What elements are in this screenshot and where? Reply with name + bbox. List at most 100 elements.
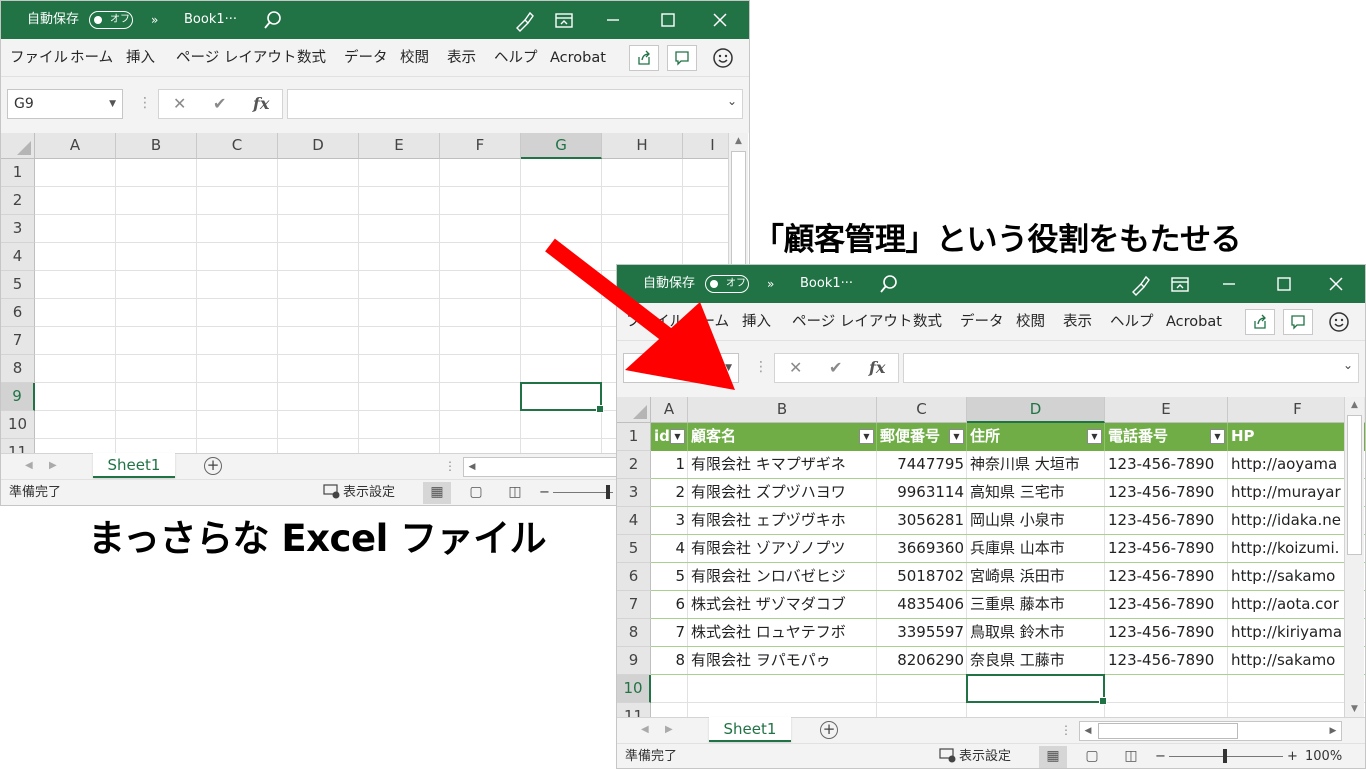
row-header-10[interactable]: 10: [1, 411, 35, 439]
filter-dropdown-icon[interactable]: ▼: [1210, 429, 1225, 444]
document-title[interactable]: Book1···: [800, 265, 853, 303]
enter-check-icon[interactable]: ✔: [829, 354, 842, 382]
cancel-icon[interactable]: ✕: [789, 354, 802, 382]
sheet-tab-sheet1[interactable]: Sheet1: [93, 453, 175, 478]
minimize-icon[interactable]: [1219, 265, 1243, 303]
maximize-icon[interactable]: [658, 1, 682, 39]
table-cell[interactable]: 9963114: [877, 479, 967, 507]
tab-page-layout[interactable]: ページ レイアウト: [176, 39, 296, 77]
filter-dropdown-icon[interactable]: ▼: [859, 429, 874, 444]
tab-splitter-icon[interactable]: ⋮: [1060, 723, 1072, 737]
tab-review[interactable]: 校閲: [1016, 303, 1045, 341]
active-cell[interactable]: [520, 382, 604, 413]
ribbon-display-icon[interactable]: [1170, 265, 1194, 303]
active-cell[interactable]: [966, 674, 1107, 705]
name-box[interactable]: ▼: [623, 353, 739, 383]
table-cell[interactable]: 株式会社 ロュヤテフボ: [688, 619, 877, 647]
normal-view-icon[interactable]: ▦: [1039, 746, 1067, 768]
autosave-toggle[interactable]: オフ: [89, 11, 133, 29]
table-cell[interactable]: 有限会社 ゾアゾノプツ: [688, 535, 877, 563]
pen-icon[interactable]: [1129, 265, 1153, 303]
tab-help[interactable]: ヘルプ: [1110, 303, 1154, 341]
sheet-prev-icon[interactable]: ◀: [25, 454, 33, 478]
select-all-corner[interactable]: [1, 133, 35, 159]
tab-view[interactable]: 表示: [1063, 303, 1092, 341]
vertical-scrollbar[interactable]: ▲ ▼: [1344, 397, 1364, 717]
table-cell[interactable]: 兵庫県 山本市: [967, 535, 1105, 563]
row-header-6[interactable]: 6: [617, 563, 651, 591]
tab-data[interactable]: データ: [960, 303, 1004, 341]
horizontal-scrollbar[interactable]: ◀ ▶: [1079, 721, 1342, 741]
zoom-out-icon[interactable]: −: [1155, 744, 1166, 768]
row-header-3[interactable]: 3: [1, 215, 35, 243]
table-cell[interactable]: 鳥取県 鈴木市: [967, 619, 1105, 647]
formula-input[interactable]: ⌄: [287, 89, 743, 119]
row-header-8[interactable]: 8: [617, 619, 651, 647]
table-cell[interactable]: 123-456-7890: [1105, 563, 1228, 591]
row-header-4[interactable]: 4: [617, 507, 651, 535]
sheet-next-icon[interactable]: ▶: [49, 454, 57, 478]
minimize-icon[interactable]: [603, 1, 627, 39]
tab-help[interactable]: ヘルプ: [494, 39, 538, 77]
table-header-cell[interactable]: id ▼: [651, 423, 688, 451]
table-cell[interactable]: 奈良県 工藤市: [967, 647, 1105, 675]
page-break-view-icon[interactable]: ◫: [1117, 746, 1145, 768]
ribbon-display-icon[interactable]: [554, 1, 578, 39]
name-box[interactable]: G9 ▼: [7, 89, 123, 119]
scroll-left-icon[interactable]: ◀: [1080, 722, 1096, 740]
scroll-thumb[interactable]: [1347, 415, 1362, 555]
table-cell[interactable]: 123-456-7890: [1105, 451, 1228, 479]
table-header-cell[interactable]: 郵便番号 ▼: [877, 423, 967, 451]
zoom-slider[interactable]: [553, 492, 613, 493]
table-cell[interactable]: 神奈川県 大垣市: [967, 451, 1105, 479]
table-cell[interactable]: 5018702: [877, 563, 967, 591]
share-button[interactable]: [1245, 309, 1275, 335]
tab-formulas[interactable]: 数式: [297, 39, 326, 77]
select-all-corner[interactable]: [617, 397, 651, 423]
page-layout-view-icon[interactable]: ▢: [462, 482, 490, 504]
close-icon[interactable]: [1326, 265, 1350, 303]
table-cell[interactable]: 4: [651, 535, 688, 563]
column-header-c[interactable]: C: [877, 397, 967, 423]
search-icon[interactable]: [263, 1, 285, 39]
zoom-knob[interactable]: [1223, 749, 1227, 763]
tab-formulas[interactable]: 数式: [913, 303, 942, 341]
insert-function-icon[interactable]: fx: [253, 90, 269, 118]
formula-bar-splitter[interactable]: ⋮: [138, 95, 152, 111]
table-cell[interactable]: 1: [651, 451, 688, 479]
row-header-9[interactable]: 9: [617, 647, 651, 675]
comments-button[interactable]: [1283, 309, 1313, 335]
table-cell[interactable]: 3056281: [877, 507, 967, 535]
table-cell[interactable]: 3: [651, 507, 688, 535]
table-header-cell[interactable]: 顧客名 ▼: [688, 423, 877, 451]
row-header-6[interactable]: 6: [1, 299, 35, 327]
table-cell[interactable]: 岡山県 小泉市: [967, 507, 1105, 535]
tab-home[interactable]: ホーム: [70, 39, 113, 77]
table-cell[interactable]: 2: [651, 479, 688, 507]
table-cell[interactable]: 株式会社 ザゾマダコブ: [688, 591, 877, 619]
tab-insert[interactable]: 挿入: [742, 303, 771, 341]
more-commands-icon[interactable]: »: [151, 1, 158, 39]
row-header-2[interactable]: 2: [617, 451, 651, 479]
feedback-smiley-icon[interactable]: [1328, 311, 1350, 333]
tab-review[interactable]: 校閲: [400, 39, 429, 77]
maximize-icon[interactable]: [1274, 265, 1298, 303]
expand-formula-icon[interactable]: ⌄: [727, 94, 737, 108]
column-header-a[interactable]: A: [35, 133, 116, 159]
row-header-2[interactable]: 2: [1, 187, 35, 215]
display-settings-icon[interactable]: [939, 744, 957, 768]
column-header-d[interactable]: D: [967, 397, 1105, 423]
table-cell[interactable]: 123-456-7890: [1105, 507, 1228, 535]
display-settings-label[interactable]: 表示設定: [343, 480, 395, 505]
tab-data[interactable]: データ: [344, 39, 388, 77]
column-header-h[interactable]: H: [602, 133, 683, 159]
zoom-in-icon[interactable]: +: [1287, 744, 1298, 768]
tab-view[interactable]: 表示: [447, 39, 476, 77]
table-cell[interactable]: 三重県 藤本市: [967, 591, 1105, 619]
add-sheet-icon[interactable]: +: [820, 721, 838, 739]
table-cell[interactable]: 5: [651, 563, 688, 591]
zoom-level[interactable]: 100%: [1305, 744, 1342, 768]
tab-acrobat[interactable]: Acrobat: [1166, 303, 1222, 341]
tab-insert[interactable]: 挿入: [126, 39, 155, 77]
table-cell[interactable]: 有限会社 ェプヅヴキホ: [688, 507, 877, 535]
